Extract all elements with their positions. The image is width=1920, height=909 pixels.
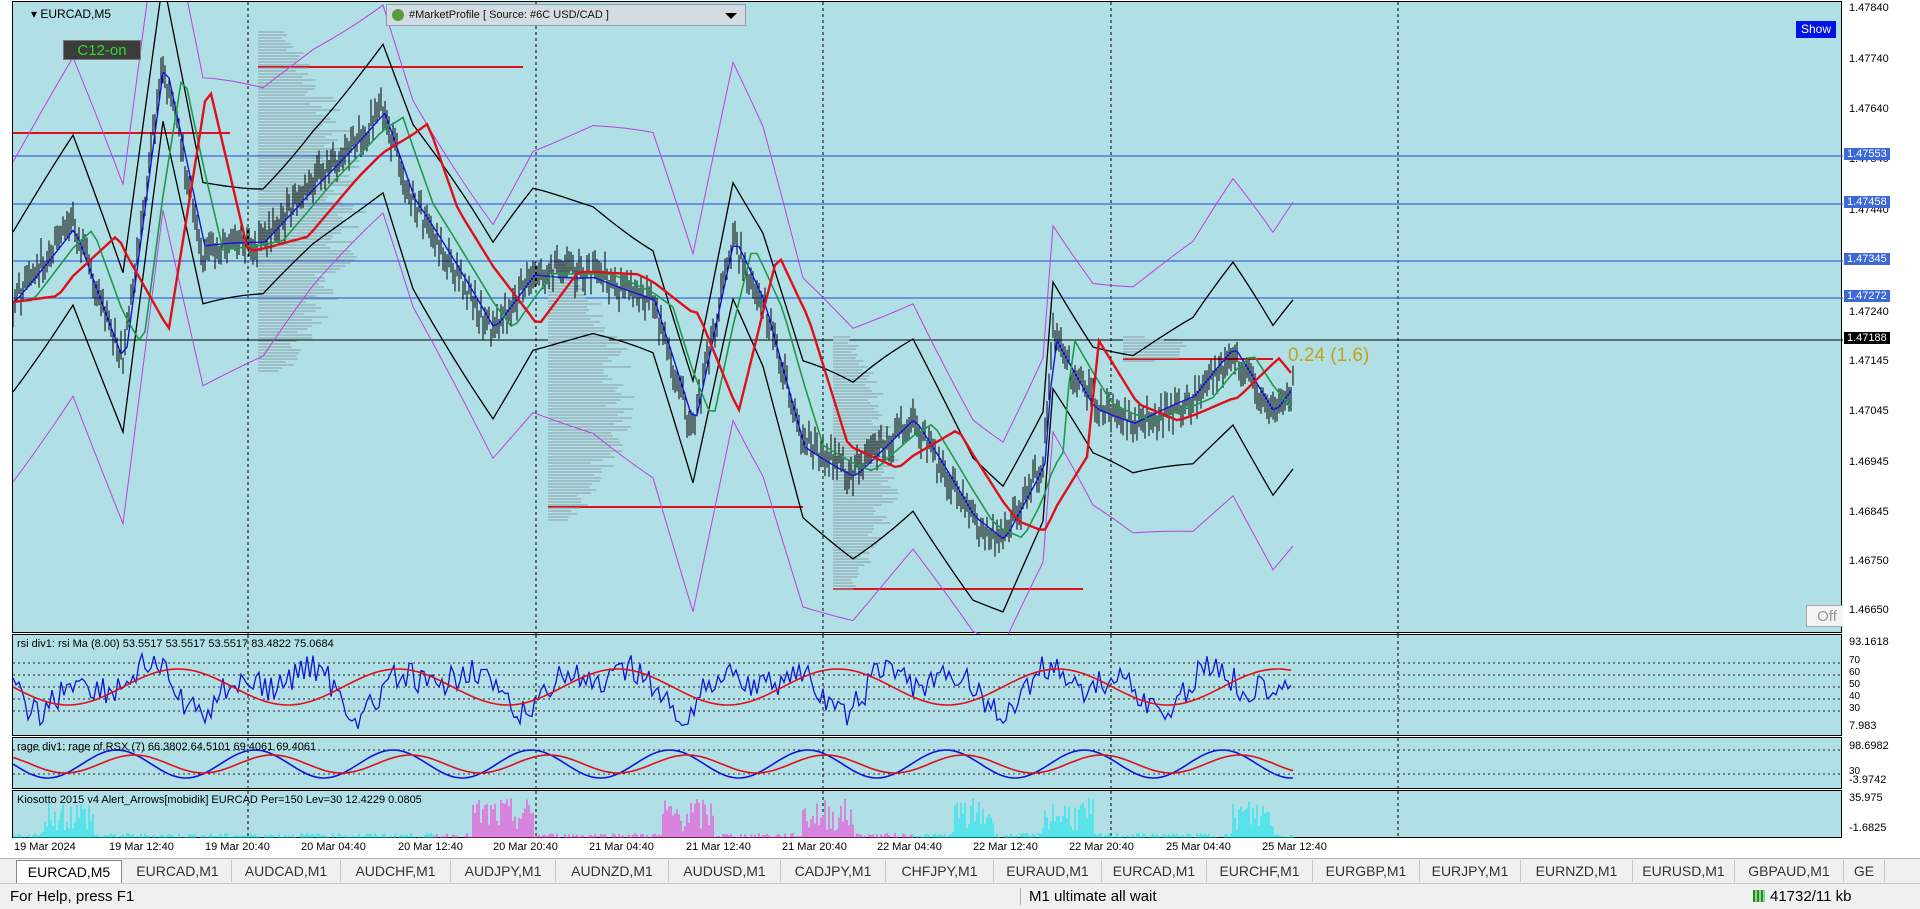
spread-label: 0.24 (1.6)	[1288, 345, 1370, 366]
time-tick: 22 Mar 04:40	[877, 841, 942, 853]
slow-ma-line	[13, 91, 1292, 531]
price-axis[interactable]: 1.47840 1.47740 1.47640 1.47540 1.47440 …	[1843, 0, 1920, 840]
time-tick: 19 Mar 20:40	[205, 841, 270, 853]
price-tick: 1.47145	[1849, 355, 1889, 367]
tab-eurcad-m1-2[interactable]: EURCAD,M1	[1102, 860, 1207, 882]
rsi-axis-min: 7.983	[1849, 720, 1877, 732]
time-axis: 19 Mar 2024 19 Mar 12:40 19 Mar 20:40 20…	[0, 838, 1920, 858]
tab-audusd-m1[interactable]: AUDUSD,M1	[669, 860, 781, 882]
dropdown-triangle-icon: ▾	[31, 7, 38, 21]
chart-tabs: EURCAD,M5 EURCAD,M1 AUDCAD,M1 AUDCHF,M1 …	[0, 858, 1920, 883]
rsi-axis-max: 93.1618	[1849, 636, 1889, 648]
rsx-label: rage div1: rage of RSX (7) 66.3802 64.51…	[17, 741, 317, 753]
mid-ma-line	[13, 80, 1292, 539]
tab-eurcad-m1[interactable]: EURCAD,M1	[124, 860, 232, 882]
tab-audcad-m1[interactable]: AUDCAD,M1	[232, 860, 341, 882]
rsi-indicator-pane[interactable]: rsi div1: rsi Ma (8.00) 53.5517 53.5517 …	[12, 634, 1843, 737]
tab-ge[interactable]: GE	[1844, 860, 1885, 882]
tab-eurchf-m1[interactable]: EURCHF,M1	[1207, 860, 1313, 882]
level-price-box: 1.47458	[1844, 196, 1890, 208]
time-tick: 19 Mar 2024	[14, 841, 76, 853]
rsx-signal-line	[13, 754, 1294, 774]
time-tick: 25 Mar 12:40	[1262, 841, 1327, 853]
chevron-down-icon[interactable]	[725, 13, 737, 19]
rsi-label: rsi div1: rsi Ma (8.00) 53.5517 53.5517 …	[17, 638, 334, 650]
rsi-level: 60	[1849, 667, 1861, 678]
inner-band-lower	[13, 121, 1294, 613]
price-tick: 1.47640	[1849, 103, 1889, 115]
off-button[interactable]: Off	[1806, 605, 1848, 627]
price-tick: 1.46845	[1849, 506, 1889, 518]
price-tick: 1.46650	[1849, 604, 1889, 616]
time-tick: 25 Mar 04:40	[1166, 841, 1231, 853]
tab-chfjpy-m1[interactable]: CHFJPY,M1	[886, 860, 994, 882]
price-tick: 1.47240	[1849, 306, 1889, 318]
kiosotto-axis-min: -1.6825	[1849, 822, 1887, 834]
time-tick: 22 Mar 20:40	[1069, 841, 1134, 853]
price-tick: 1.46945	[1849, 456, 1889, 468]
tab-eurjpy-m1[interactable]: EURJPY,M1	[1420, 860, 1521, 882]
time-tick: 19 Mar 12:40	[109, 841, 174, 853]
price-chart-canvas[interactable]	[13, 2, 1843, 634]
tab-gbpaud-m1[interactable]: GBPAUD,M1	[1735, 860, 1844, 882]
c12-toggle-button[interactable]: C12-on	[63, 40, 141, 60]
price-chart-pane[interactable]: ▾ EURCAD,M5 C12-on #MarketProfile [ Sour…	[12, 1, 1848, 634]
price-tick: 1.46750	[1849, 555, 1889, 567]
status-traffic: 41732/11 kb	[1770, 888, 1852, 905]
tab-eurgbp-m1[interactable]: EURGBP,M1	[1313, 860, 1420, 882]
rsi-level: 30	[1849, 703, 1861, 714]
kiosotto-indicator-pane[interactable]: Kiosotto 2015 v4 Alert_Arrows[mobidik] E…	[12, 790, 1842, 839]
tab-cadjpy-m1[interactable]: CADJPY,M1	[781, 860, 886, 882]
market-profile-dropdown[interactable]: #MarketProfile [ Source: #6C USD/CAD ]	[386, 4, 746, 26]
time-tick: 20 Mar 12:40	[398, 841, 463, 853]
tab-audchf-m1[interactable]: AUDCHF,M1	[341, 860, 451, 882]
time-tick: 21 Mar 12:40	[686, 841, 751, 853]
time-tick: 22 Mar 12:40	[973, 841, 1038, 853]
price-tick: 1.47840	[1849, 2, 1889, 14]
outer-band-upper	[13, 2, 1294, 443]
tab-eurusd-m1[interactable]: EURUSD,M1	[1633, 860, 1735, 882]
market-profile-icon	[392, 9, 404, 21]
rsi-level: 40	[1849, 691, 1861, 702]
time-tick: 20 Mar 04:40	[301, 841, 366, 853]
level-price-box: 1.47272	[1844, 290, 1890, 302]
rsx-axis-max: 98.6982	[1849, 740, 1889, 752]
chart-symbol-label: ▾ EURCAD,M5	[31, 7, 111, 21]
tab-euraud-m1[interactable]: EURAUD,M1	[994, 860, 1102, 882]
connection-bars-icon	[1753, 890, 1765, 902]
market-profile-label: #MarketProfile [ Source: #6C USD/CAD ]	[409, 9, 609, 21]
status-profile: M1 ultimate all wait	[1020, 888, 1157, 905]
level-price-box: 1.47553	[1844, 148, 1890, 160]
kiosotto-label: Kiosotto 2015 v4 Alert_Arrows[mobidik] E…	[17, 794, 422, 806]
outer-band-lower	[13, 210, 1294, 634]
status-bar: For Help, press F1 M1 ultimate all wait …	[0, 883, 1920, 909]
current-price-box: 1.47188	[1844, 332, 1890, 344]
chart-area[interactable]: ▾ EURCAD,M5 C12-on #MarketProfile [ Sour…	[0, 0, 1920, 840]
rsi-level: 70	[1849, 655, 1861, 666]
tab-eurcad-m5[interactable]: EURCAD,M5	[16, 860, 122, 883]
fast-ma-line	[13, 70, 1292, 540]
tab-eurnzd-m1[interactable]: EURNZD,M1	[1521, 860, 1633, 882]
kiosotto-axis-max: 35.975	[1849, 792, 1883, 804]
rsi-canvas	[13, 635, 1843, 737]
tab-audjpy-m1[interactable]: AUDJPY,M1	[451, 860, 556, 882]
show-button[interactable]: Show	[1796, 21, 1836, 38]
time-tick: 20 Mar 20:40	[493, 841, 558, 853]
price-tick: 1.47045	[1849, 405, 1889, 417]
tab-audnzd-m1[interactable]: AUDNZD,M1	[556, 860, 669, 882]
rsi-level: 50	[1849, 679, 1861, 690]
status-help-text: For Help, press F1	[10, 888, 135, 905]
level-price-box: 1.47345	[1844, 253, 1890, 265]
time-tick: 21 Mar 20:40	[782, 841, 847, 853]
rsi-line	[13, 651, 1292, 729]
rsx-axis-min: -3.9742	[1849, 774, 1887, 786]
time-tick: 21 Mar 04:40	[589, 841, 654, 853]
symbol-text: EURCAD,M5	[40, 7, 112, 21]
price-tick: 1.47740	[1849, 53, 1889, 65]
rsx-indicator-pane[interactable]: rage div1: rage of RSX (7) 66.3802 64.51…	[12, 737, 1843, 790]
